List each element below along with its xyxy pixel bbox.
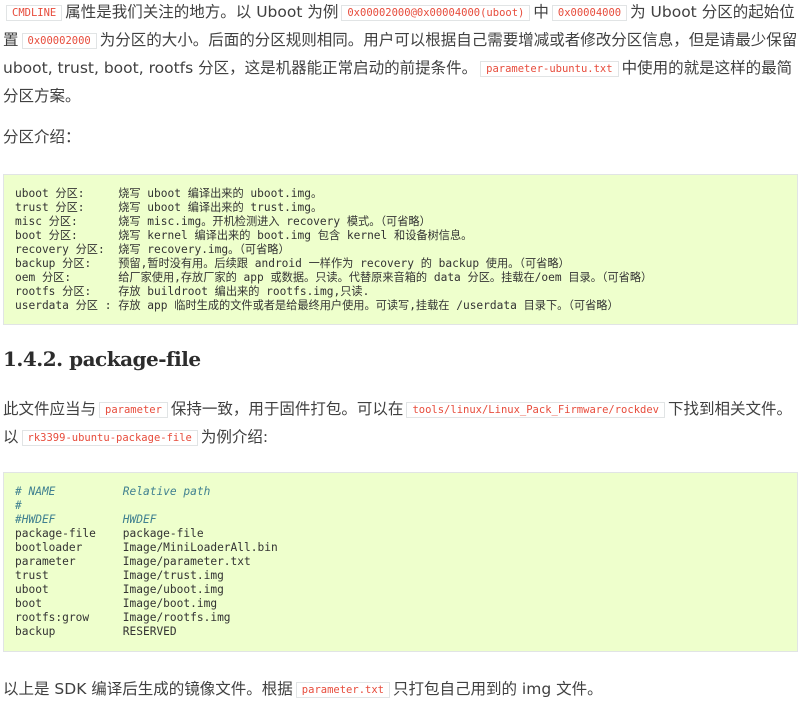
code-uboot-partition: 0x00002000@0x00004000(uboot)	[341, 5, 531, 21]
partition-code: uboot 分区: 烧写 uboot 编译出来的 uboot.img。 trus…	[15, 187, 786, 313]
code-offset: 0x00004000	[551, 5, 628, 21]
section-heading: 1.4.2. package-file	[3, 347, 201, 371]
code-comment-line: #	[15, 499, 22, 512]
code-comment-line: # NAME Relative path	[15, 485, 211, 498]
partition-intro-label: 分区介绍：	[3, 128, 81, 146]
partition-code-block: uboot 分区: 烧写 uboot 编译出来的 uboot.img。 trus…	[3, 174, 798, 325]
package-file-code: # NAME Relative path # #HWDEF HWDEF pack…	[15, 485, 786, 639]
code-line: backup 分区: 预留,暂时没有用。后续跟 android 一样作为 rec…	[15, 257, 570, 270]
outro-text: 以上是 SDK 编译后生成的镜像文件。根据 parameter.txt 只打包自己用…	[3, 680, 603, 698]
code-parameter-ubuntu: parameter-ubuntu.txt	[480, 61, 619, 77]
code-rockdev-path: tools/linux/Linux_Pack_Firmware/rockdev	[406, 402, 665, 418]
code-line: uboot 分区: 烧写 uboot 编译出来的 uboot.img。	[15, 187, 323, 200]
code-line: trust 分区: 烧写 uboot 编译出来的 trust.img。	[15, 201, 323, 214]
code-parameter: parameter	[99, 402, 168, 418]
code-cmdline: CMDLINE	[6, 5, 63, 21]
code-line: backup RESERVED	[15, 625, 177, 638]
package-file-code-block: # NAME Relative path # #HWDEF HWDEF pack…	[3, 472, 798, 652]
code-line: boot 分区: 烧写 kernel 编译出来的 boot.img 包含 ker…	[15, 229, 473, 242]
code-line: bootloader Image/MiniLoaderAll.bin	[15, 541, 278, 554]
code-line: boot Image/boot.img	[15, 597, 218, 610]
code-comment-line: #HWDEF HWDEF	[15, 513, 157, 526]
code-line: rootfs 分区: 存放 buildroot 编出来的 rootfs.img,…	[15, 285, 370, 298]
code-size: 0x00002000	[21, 33, 97, 49]
code-parameter-txt: parameter.txt	[295, 682, 390, 698]
code-package-file-name: rk3399-ubuntu-package-file	[21, 430, 198, 446]
code-line: package-file package-file	[15, 527, 204, 540]
code-line: misc 分区: 烧写 misc.img。开机检测进入 recovery 模式。…	[15, 215, 431, 228]
code-line: rootfs:grow Image/rootfs.img	[15, 611, 231, 624]
code-line: recovery 分区: 烧写 recovery.img。（可省略）	[15, 243, 290, 256]
code-line: parameter Image/parameter.txt	[15, 555, 251, 568]
code-line: trust Image/trust.img	[15, 569, 224, 582]
code-line: userdata 分区 : 存放 app 临时生成的文件或者是给最终用户使用。可…	[15, 299, 619, 312]
cmdline-description: CMDLINE 属性是我们关注的地方。以 Uboot 为例 0x00002000@0…	[3, 3, 798, 105]
code-line: uboot Image/uboot.img	[15, 583, 224, 596]
document-page: CMDLINE 属性是我们关注的地方。以 Uboot 为例 0x00002000@0…	[0, 0, 800, 702]
package-file-description: 此文件应当与 parameter 保持一致，用于固件打包。可以在 tools/linu…	[3, 400, 792, 446]
code-line: oem 分区: 给厂家使用,存放厂家的 app 或数据。只读。代替原来音箱的 d…	[15, 271, 653, 284]
